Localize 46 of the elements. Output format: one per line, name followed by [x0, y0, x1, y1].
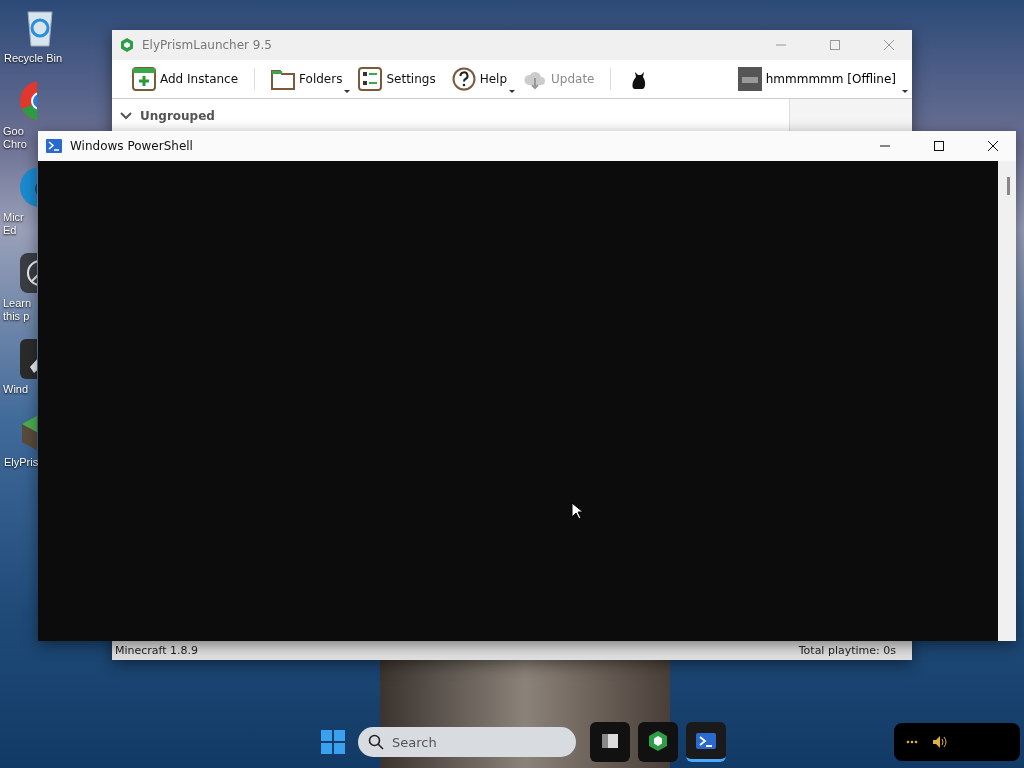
- browser-icon[interactable]: [18, 79, 37, 123]
- desktop-icon-label[interactable]: Learn: [3, 297, 32, 310]
- search-field[interactable]: Search: [358, 727, 576, 757]
- list-icon: [358, 67, 383, 91]
- toolbar-button[interactable]: Folders: [265, 65, 349, 93]
- app-icon[interactable]: [18, 251, 37, 295]
- close-icon: [884, 40, 894, 50]
- caret-icon: [509, 90, 515, 93]
- help-icon: [451, 67, 476, 91]
- desktop-icon-label[interactable]: Recycle Bin: [4, 52, 63, 65]
- taskbar-app[interactable]: [686, 722, 726, 762]
- maximize-icon: [934, 141, 944, 151]
- terminal-icon: [46, 139, 62, 153]
- hexagon-logo-icon: [120, 38, 134, 52]
- caret-icon: [344, 90, 351, 93]
- taskbar-app[interactable]: [590, 722, 630, 762]
- desktop-icon-label[interactable]: ElyPris: [4, 456, 39, 469]
- desktop-icon-label[interactable]: Goo: [3, 125, 24, 138]
- plus-icon: [132, 67, 156, 91]
- scrollbar-thumb[interactable]: [1007, 177, 1010, 195]
- start-button[interactable]: [320, 729, 346, 755]
- search-icon: [368, 734, 384, 750]
- app-icon[interactable]: [18, 337, 37, 381]
- desktop-icon-label[interactable]: Chro: [3, 138, 27, 151]
- speaker-icon[interactable]: [932, 735, 948, 749]
- maximize-icon: [830, 40, 840, 50]
- more-icon[interactable]: [906, 740, 918, 744]
- desktop-icon-label[interactable]: this p: [3, 310, 30, 323]
- taskbar-app[interactable]: [638, 722, 678, 762]
- status-text: Minecraft 1.8.9: [115, 644, 199, 657]
- window-title: ElyPrismLauncher 9.5: [142, 38, 273, 52]
- toolbar-button[interactable]: Help: [445, 65, 513, 93]
- cube-icon: [647, 729, 669, 752]
- mouse-pointer-icon: [571, 502, 583, 520]
- close-icon: [988, 141, 998, 151]
- account-button[interactable]: hmmmmmm [Offline]: [735, 65, 906, 93]
- avatar-icon: [737, 67, 762, 91]
- caret-icon: [902, 90, 908, 93]
- toolbar-button[interactable]: Add Instance: [126, 65, 245, 93]
- chevron-icon: [120, 110, 132, 122]
- group-header[interactable]: Ungrouped: [120, 105, 215, 127]
- toolbar-button[interactable]: Settings: [352, 65, 442, 93]
- status-text: Total playtime: 0s: [798, 644, 896, 657]
- window-title: Windows PowerShell: [70, 139, 194, 153]
- desktop-icon-label[interactable]: Wind: [3, 383, 29, 396]
- folder-icon: [271, 67, 296, 91]
